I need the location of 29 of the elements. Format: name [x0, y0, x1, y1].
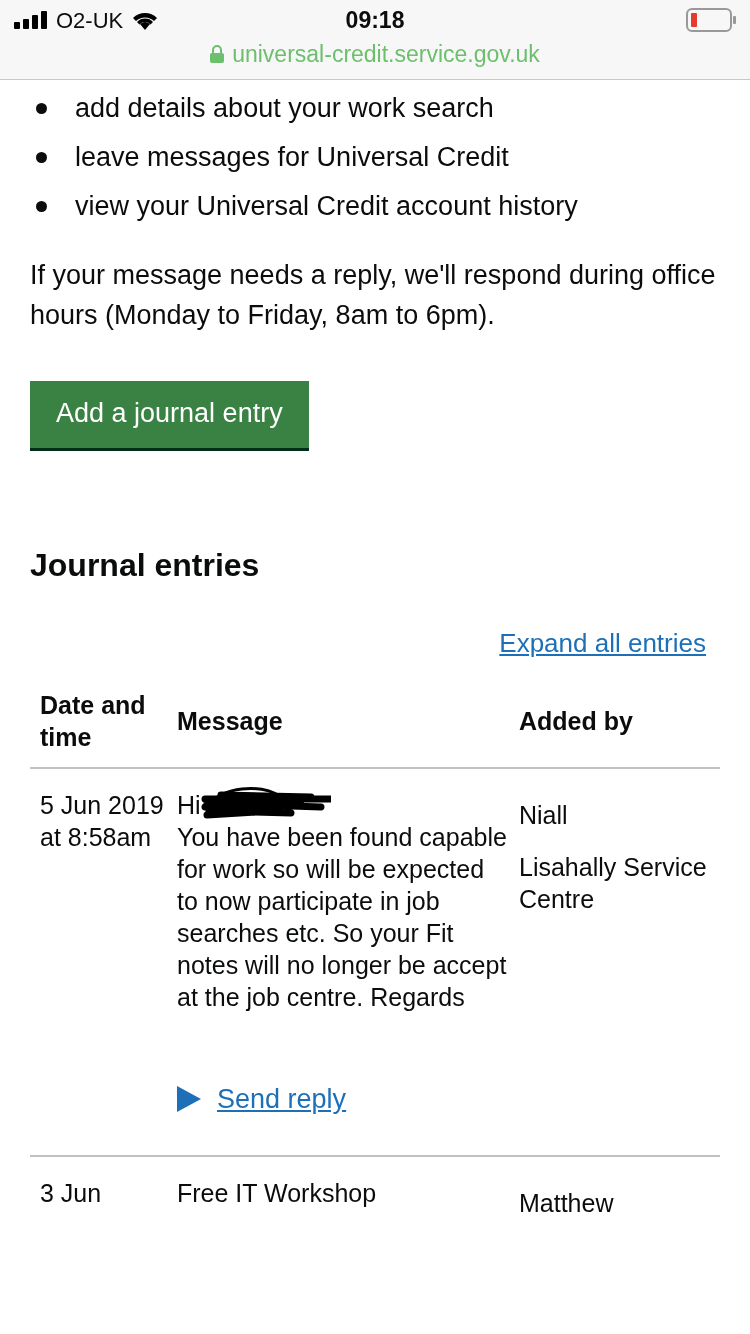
- column-header: Added by: [509, 688, 720, 768]
- message-text: Free IT Workshop: [177, 1177, 378, 1209]
- info-paragraph: If your message needs a reply, we'll respond during office hours (Monday to Friday, 8am to 6pm).: [30, 259, 717, 332]
- bullet-dot: [36, 201, 47, 212]
- author-text: Niall: [519, 799, 569, 831]
- author-text: Matthew: [519, 1187, 615, 1219]
- author-text: Lisahally Service Centre: [519, 851, 708, 915]
- column-header: Message: [167, 688, 509, 768]
- date-text: 5 Jun 2019 at 8:58am: [40, 789, 165, 853]
- column-header: Date and time: [30, 688, 167, 768]
- carrier-name: O2-UK: [56, 6, 124, 35]
- signal-icon: [14, 11, 48, 29]
- expand-all-link[interactable]: Expand all entries: [499, 623, 706, 663]
- triangle-icon[interactable]: [177, 1085, 201, 1112]
- list-item-text: leave messages for Universal Credit: [75, 141, 509, 175]
- bullet-dot: [36, 152, 47, 163]
- battery-icon: [686, 8, 736, 32]
- section-heading: Journal entries: [30, 545, 261, 584]
- list-item-text: add details about your work search: [75, 92, 494, 126]
- add-journal-entry-button[interactable]: Add a journal entry: [30, 381, 309, 448]
- message-text: You have been found capable for work so will be expected to now participate in job searches etc. So your Fit notes will no longer be accept at the job centre. Regards: [177, 821, 508, 1013]
- date-text: 3 Jun: [40, 1177, 103, 1209]
- wifi-icon: [131, 10, 160, 30]
- bullet-dot: [36, 103, 47, 114]
- clock-time: 09:18: [345, 5, 405, 35]
- greeting-text: Hi: [177, 789, 201, 821]
- send-reply-link[interactable]: Send reply: [217, 1082, 347, 1115]
- lock-icon: [210, 45, 225, 63]
- list-item-text: view your Universal Credit account history: [75, 190, 578, 224]
